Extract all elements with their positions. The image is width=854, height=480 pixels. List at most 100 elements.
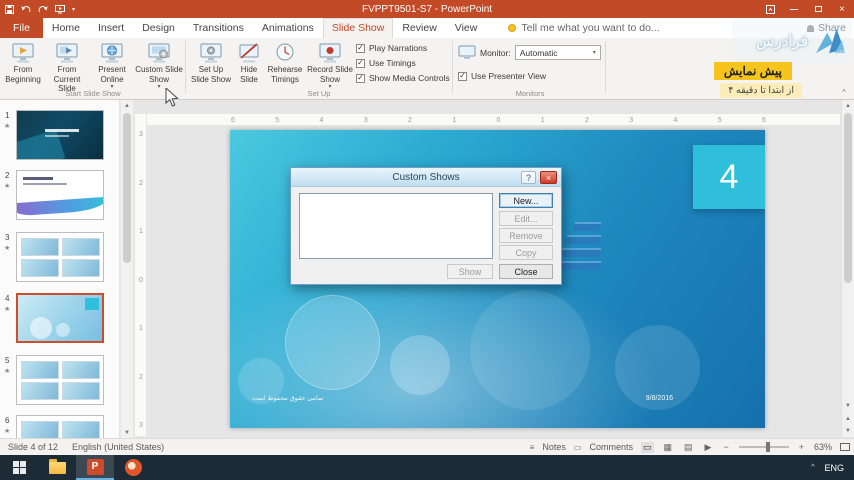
zoom-level[interactable]: 63% [814, 442, 832, 452]
play-narrations-checkbox[interactable]: ✓ Play Narrations [356, 43, 450, 53]
show-button[interactable]: Show [447, 264, 493, 279]
start-button[interactable] [0, 455, 38, 480]
slide-counter[interactable]: Slide 4 of 12 [8, 442, 58, 452]
slide-thumbnail-2[interactable] [16, 170, 104, 220]
folder-icon [48, 458, 66, 474]
custom-shows-listbox[interactable] [299, 193, 493, 259]
stair-step [564, 235, 602, 244]
media-player-taskbar-button[interactable] [114, 455, 152, 480]
language-indicator[interactable]: English (United States) [72, 442, 164, 452]
ruler-number: 2 [139, 373, 143, 381]
notes-button[interactable]: Notes [542, 442, 566, 452]
tab-insert[interactable]: Insert [89, 18, 133, 38]
tell-me-box[interactable]: Tell me what you want to do... [508, 18, 660, 38]
canvas-scrollbar[interactable]: ▲ ▼ ▲ ▼ [841, 100, 854, 437]
edit-show-button[interactable]: Edit... [499, 211, 553, 226]
use-presenter-view-checkbox[interactable]: ✓ Use Presenter View [458, 71, 546, 81]
new-show-button[interactable]: New... [499, 193, 553, 208]
ribbon-tab-bar: File Home Insert Design Transitions Anim… [0, 18, 854, 38]
zoom-slider-thumb[interactable] [766, 442, 771, 452]
collapse-ribbon-icon[interactable]: ^ [842, 88, 846, 97]
tab-animations[interactable]: Animations [253, 18, 323, 38]
show-media-controls-checkbox[interactable]: ✓ Show Media Controls [356, 73, 450, 83]
close-button[interactable]: × [830, 0, 854, 18]
group-label-set-up: Set Up [307, 89, 331, 98]
slide-thumbnail-3[interactable] [16, 232, 104, 282]
thumbnail-scrollbar[interactable]: ▲ ▼ [121, 100, 133, 438]
scroll-down-icon[interactable]: ▼ [121, 427, 133, 438]
ruler-number: 3 [139, 131, 143, 138]
dropdown-arrow-icon: ▾ [592, 49, 596, 56]
button-label: Show [319, 74, 340, 84]
ruler-number: 0 [496, 116, 501, 124]
thumbnail-art [85, 298, 99, 310]
button-label: Online [100, 74, 124, 84]
comments-button[interactable]: Comments [589, 442, 633, 452]
tab-file[interactable]: File [0, 18, 43, 38]
tab-design[interactable]: Design [133, 18, 184, 38]
slideshow-view-icon[interactable]: ▶ [703, 442, 714, 453]
tab-view[interactable]: View [446, 18, 487, 38]
copy-show-button[interactable]: Copy [499, 245, 553, 260]
scrollbar-thumb[interactable] [123, 113, 131, 263]
record-slide-show-button[interactable]: Record Slide Show ▾ [306, 40, 354, 94]
checkbox-label: Use Timings [369, 58, 416, 68]
thumbnail-art [23, 177, 53, 180]
ruler-number: 4 [319, 116, 324, 124]
hide-slide-button[interactable]: Hide Slide [234, 40, 264, 94]
thumbnail-art [23, 183, 67, 185]
from-current-slide-button[interactable]: From Current Slide [44, 40, 90, 94]
zoom-out-button[interactable]: − [721, 442, 730, 452]
ruler-number: 4 [673, 116, 678, 124]
thumbnail-art [45, 129, 79, 132]
stair-step [556, 248, 602, 257]
ribbon-display-options-icon[interactable] [758, 0, 782, 18]
slide-thumbnail-1[interactable] [16, 110, 104, 160]
dialog-help-button[interactable]: ? [521, 171, 536, 184]
slide-thumbnail-4-selected[interactable] [16, 293, 104, 343]
button-label: Custom Slide [135, 65, 183, 74]
fit-slide-to-window-icon[interactable] [840, 443, 850, 451]
reading-view-icon[interactable]: ▤ [682, 442, 695, 453]
vertical-ruler-numbers: 3 2 1 0 1 2 3 [135, 131, 147, 429]
present-online-button[interactable]: Present Online ▾ [90, 40, 134, 94]
dialog-close-icon[interactable]: × [540, 171, 557, 184]
tray-expand-icon[interactable]: ^ [811, 464, 814, 471]
set-up-slide-show-button[interactable]: Set Up Slide Show [188, 40, 234, 94]
next-slide-icon[interactable]: ▼ [842, 425, 854, 436]
slide-thumbnail-5[interactable] [16, 355, 104, 405]
restore-button[interactable] [806, 0, 830, 18]
minimize-button[interactable] [782, 0, 806, 18]
zoom-in-button[interactable]: + [797, 442, 806, 452]
custom-slide-show-button[interactable]: Custom Slide Show ▾ [134, 40, 184, 94]
tab-transitions[interactable]: Transitions [184, 18, 253, 38]
tab-review[interactable]: Review [393, 18, 445, 38]
title-bar: ▾ FVPPT9501-S7 - PowerPoint × [0, 0, 854, 18]
ruler-number: 3 [139, 422, 143, 429]
remove-show-button[interactable]: Remove [499, 228, 553, 243]
from-beginning-button[interactable]: From Beginning [2, 40, 44, 94]
checkbox-label: Show Media Controls [369, 73, 450, 83]
keyboard-language[interactable]: ENG [824, 463, 844, 473]
scroll-up-icon[interactable]: ▲ [121, 100, 133, 111]
slide-thumbnail-6[interactable] [16, 415, 104, 438]
powerpoint-taskbar-button[interactable]: P [76, 455, 114, 480]
scroll-down-icon[interactable]: ▼ [842, 400, 854, 411]
scrollbar-thumb[interactable] [844, 113, 852, 283]
previous-slide-icon[interactable]: ▲ [842, 413, 854, 424]
monitor-slide-icon [56, 43, 78, 63]
zoom-slider[interactable] [738, 442, 789, 452]
use-timings-checkbox[interactable]: ✓ Use Timings [356, 58, 450, 68]
rehearse-timings-button[interactable]: Rehearse Timings [264, 40, 306, 94]
close-dialog-button[interactable]: Close [499, 264, 553, 279]
tab-home[interactable]: Home [43, 18, 89, 38]
normal-view-icon[interactable]: ▭ [640, 441, 654, 453]
scroll-up-icon[interactable]: ▲ [842, 100, 854, 111]
monitor-dropdown[interactable]: Automatic ▾ [514, 45, 601, 60]
slide-sorter-view-icon[interactable]: ▦ [662, 442, 675, 453]
thumbnail-art [56, 323, 70, 337]
tab-slide-show[interactable]: Slide Show [322, 18, 394, 38]
slide-number: 4 [5, 294, 10, 303]
file-explorer-taskbar-button[interactable] [38, 455, 76, 480]
button-label: Present [98, 65, 126, 74]
